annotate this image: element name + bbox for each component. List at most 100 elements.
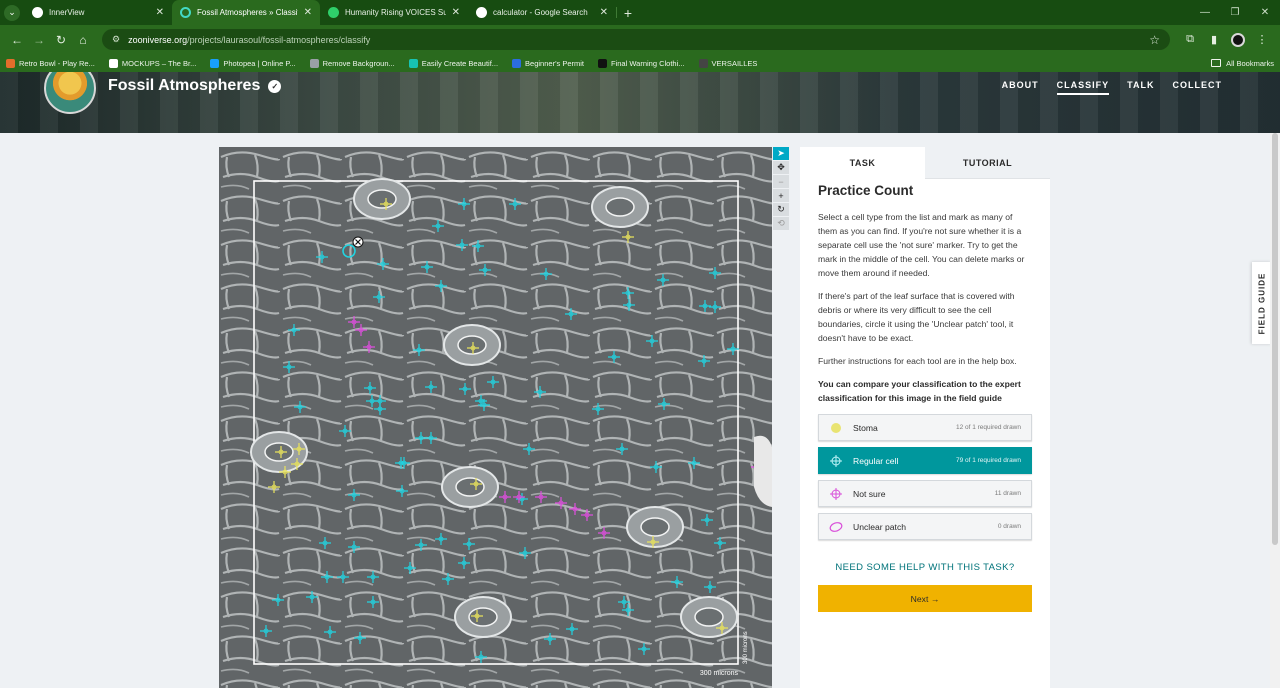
subject-viewer[interactable]: 300 microns 300 microns xyxy=(219,147,772,688)
bookmark-item[interactable]: Beginner's Permit xyxy=(512,58,584,68)
bookmark-star-icon[interactable]: ☆ xyxy=(1149,33,1160,47)
close-tab-icon[interactable]: ✕ xyxy=(600,7,608,18)
url-host: zooniverse.org xyxy=(128,34,188,45)
extensions-puzzle-icon[interactable]: ⧉ xyxy=(1178,33,1202,46)
bookmark-item[interactable]: Final Warning Clothi... xyxy=(598,58,685,68)
more-menu-icon[interactable]: ⋮ xyxy=(1250,33,1274,46)
nav-talk[interactable]: TALK xyxy=(1127,80,1154,95)
side-panel-icon[interactable]: ▮ xyxy=(1202,33,1226,46)
project-nav: ABOUT CLASSIFY TALK COLLECT xyxy=(1002,80,1222,95)
field-guide-note: You can compare your classification to t… xyxy=(818,379,1021,403)
verified-check-icon: ✓ xyxy=(268,79,282,93)
site-info-icon[interactable]: ⚙ xyxy=(112,34,120,45)
tool-label: Not sure xyxy=(853,488,886,499)
bookmark-item[interactable]: VERSAILLES xyxy=(698,58,757,68)
reload-icon[interactable]: ↻ xyxy=(50,33,72,47)
subject-image[interactable]: 300 microns 300 microns xyxy=(219,147,772,688)
viewer-toolbar: ➤ ✥ − + ↻ ⟲ xyxy=(773,147,789,231)
nav-collect[interactable]: COLLECT xyxy=(1173,80,1223,95)
versailles-icon xyxy=(698,58,708,68)
close-tab-icon[interactable]: ✕ xyxy=(156,7,164,18)
field-guide-tab[interactable]: FIELD GUIDE xyxy=(1252,262,1272,344)
folder-icon xyxy=(1211,59,1222,67)
browser-tab-innerview[interactable]: InnerView ✕ xyxy=(24,0,172,25)
circle-marker-icon xyxy=(829,422,843,434)
mockups-icon xyxy=(108,58,118,68)
innerview-favicon-icon xyxy=(32,7,43,18)
task-instructions: Select a cell type from the list and mar… xyxy=(818,212,1025,278)
tool-not-sure[interactable]: Not sure 11 drawn xyxy=(818,480,1032,507)
task-tabs: TASK TUTORIAL xyxy=(800,147,1050,179)
rotate-icon[interactable]: ↻ xyxy=(773,203,789,216)
bookmarks-bar: Retro Bowl - Play Re... MOCKUPS – The Br… xyxy=(0,54,1280,72)
stoma-cell xyxy=(441,466,499,508)
page-scrollbar[interactable] xyxy=(1270,133,1280,688)
ellipse-marker-icon xyxy=(829,521,843,533)
chevron-down-icon: ⌄ xyxy=(4,4,20,21)
reset-view-icon[interactable]: ⟲ xyxy=(773,217,789,230)
nav-classify[interactable]: CLASSIFY xyxy=(1056,80,1110,95)
help-link[interactable]: NEED SOME HELP WITH THIS TASK? xyxy=(818,562,1032,573)
tool-label: Stoma xyxy=(853,422,878,433)
bookmark-item[interactable]: MOCKUPS – The Br... xyxy=(108,58,196,68)
scale-label: 300 microns xyxy=(700,670,739,677)
scale-label-vertical: 300 microns xyxy=(743,631,749,664)
tab-tutorial[interactable]: TUTORIAL xyxy=(925,147,1050,179)
easily-create-icon xyxy=(408,58,418,68)
browser-tab-calculator[interactable]: calculator - Google Search ✕ xyxy=(468,0,616,25)
bookmark-item[interactable]: Remove Backgroun... xyxy=(309,58,395,68)
home-icon[interactable]: ⌂ xyxy=(72,33,94,47)
pointer-tool-icon[interactable]: ➤ xyxy=(773,147,789,160)
task-panel: TASK TUTORIAL Practice Count Select a ce… xyxy=(800,147,1050,688)
survey-favicon-icon xyxy=(328,7,339,18)
zoom-in-icon[interactable]: + xyxy=(773,189,789,202)
tab-title: InnerView xyxy=(49,8,85,17)
bookmark-item[interactable]: Retro Bowl - Play Re... xyxy=(6,58,95,68)
tab-task[interactable]: TASK xyxy=(800,147,925,179)
browser-tab-fossil-atmospheres[interactable]: Fossil Atmospheres » Classify — Zooniver… xyxy=(172,0,320,25)
back-arrow-icon[interactable]: ← xyxy=(6,33,28,47)
close-tab-icon[interactable]: ✕ xyxy=(304,7,312,18)
remove-bg-icon xyxy=(309,58,319,68)
restore-icon[interactable]: ❐ xyxy=(1220,0,1250,25)
project-avatar[interactable] xyxy=(44,72,96,114)
zoom-out-icon[interactable]: − xyxy=(773,175,789,188)
close-tab-icon[interactable]: ✕ xyxy=(452,7,460,18)
next-button[interactable]: Next → xyxy=(818,585,1032,612)
close-window-icon[interactable]: ✕ xyxy=(1250,0,1280,25)
profile-avatar-icon[interactable] xyxy=(1231,32,1245,47)
project-header: Fossil Atmospheres ✓ ABOUT CLASSIFY TALK… xyxy=(0,72,1280,133)
all-bookmarks[interactable]: All Bookmarks xyxy=(1211,59,1274,68)
tool-count: 79 of 1 required drawn xyxy=(955,457,1021,464)
photopea-icon xyxy=(210,58,220,68)
tool-count: 12 of 1 required drawn xyxy=(955,424,1021,431)
tab-search-button[interactable]: ⌄ xyxy=(0,0,24,25)
browser-tab-bar: ⌄ InnerView ✕ Fossil Atmospheres » Class… xyxy=(0,0,1280,25)
tool-label: Unclear patch xyxy=(853,521,907,532)
forward-arrow-icon[interactable]: → xyxy=(28,33,50,47)
delete-mark-icon[interactable] xyxy=(352,236,364,248)
browser-tab-humanity-rising[interactable]: Humanity Rising VOICES Survey ✕ xyxy=(320,0,468,25)
stoma-cell xyxy=(353,178,411,220)
browser-toolbar: ← → ↻ ⌂ ⚙ zooniverse.org/projects/lauras… xyxy=(0,25,1280,54)
move-tool-icon[interactable]: ✥ xyxy=(773,161,789,174)
tool-stoma[interactable]: Stoma 12 of 1 required drawn xyxy=(818,414,1032,441)
minimize-icon[interactable]: — xyxy=(1190,0,1220,25)
task-heading: Practice Count xyxy=(818,183,914,198)
nav-about[interactable]: ABOUT xyxy=(1002,80,1039,95)
tool-label: Regular cell xyxy=(853,455,899,466)
stoma-cell xyxy=(443,324,501,366)
tab-title: Fossil Atmospheres » Classify — Zooniver… xyxy=(197,8,298,17)
window-controls: — ❐ ✕ xyxy=(1190,0,1280,25)
bookmark-item[interactable]: Photopea | Online P... xyxy=(210,58,296,68)
crosshair-marker-icon xyxy=(829,454,843,467)
scrollbar-thumb[interactable] xyxy=(1272,133,1278,545)
address-bar[interactable]: ⚙ zooniverse.org/projects/laurasoul/foss… xyxy=(102,29,1170,50)
bookmark-item[interactable]: Easily Create Beautif... xyxy=(408,58,498,68)
new-tab-button[interactable]: + xyxy=(617,0,639,25)
task-instructions: Further instructions for each tool are i… xyxy=(818,356,1017,366)
tool-count: 11 drawn xyxy=(994,490,1021,497)
tool-unclear-patch[interactable]: Unclear patch 0 drawn xyxy=(818,513,1032,540)
project-title[interactable]: Fossil Atmospheres ✓ xyxy=(108,77,282,95)
tool-regular-cell[interactable]: Regular cell 79 of 1 required drawn xyxy=(818,447,1032,474)
